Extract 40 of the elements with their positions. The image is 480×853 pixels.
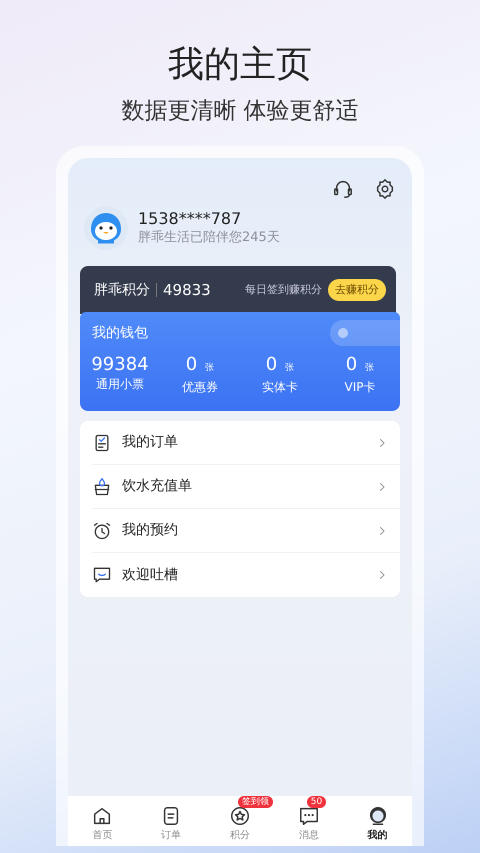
earn-points-button[interactable]: 去赚积分 <box>328 278 386 302</box>
stat-label: 通用小票 <box>95 376 145 392</box>
points-value: 49833 <box>163 280 211 301</box>
menu-item[interactable]: 欢迎吐槽 <box>92 553 400 597</box>
menu-item[interactable]: 我的预约 <box>92 509 400 553</box>
message-icon <box>298 805 320 827</box>
stat-label: 优惠券 <box>181 379 219 395</box>
stat-label: 实体卡 <box>261 379 299 395</box>
menu-item[interactable]: 我的订单 <box>92 421 400 465</box>
tab[interactable]: 首页 <box>68 796 137 846</box>
alarm-clock-icon <box>92 520 112 540</box>
membership-days: 胖乖生活已陪伴您245天 <box>138 229 280 247</box>
settings-icon[interactable] <box>374 178 396 200</box>
tab[interactable]: 订单 <box>136 796 206 846</box>
tab[interactable]: 签到领 积分 <box>206 796 274 846</box>
wallet-title: 我的钱包 <box>92 324 148 342</box>
water-cup-icon <box>92 476 112 496</box>
phone-number: 1538****787 <box>138 209 242 229</box>
points-hint: 每日签到赚积分 <box>245 282 322 298</box>
headset-icon[interactable] <box>332 178 354 200</box>
stat-label: VIP卡 <box>344 379 376 395</box>
stat-value: 0 <box>186 354 198 375</box>
stat-value: 99384 <box>91 354 149 375</box>
star-circle-icon <box>228 805 251 827</box>
menu-item[interactable]: 饮水充值单 <box>92 465 400 509</box>
page-subtitle: 数据更清晰 体验更舒适 <box>120 97 360 126</box>
tab[interactable]: 我的 <box>343 796 412 846</box>
smile-chat-icon <box>92 565 112 585</box>
points-label: 胖乖积分 <box>94 280 150 300</box>
stat-value: 0 <box>346 354 358 375</box>
page-title: 我的主页 <box>167 43 313 87</box>
stat-value: 0 <box>266 354 278 375</box>
wallet-switch[interactable] <box>330 320 400 346</box>
tab-badge: 50 <box>306 796 326 808</box>
tab-badge: 签到领 <box>238 796 273 808</box>
tab[interactable]: 50 消息 <box>274 796 344 846</box>
stat-unit: 张 <box>205 363 214 373</box>
stat-unit: 张 <box>365 363 374 373</box>
avatar <box>84 206 128 250</box>
stat-unit: 张 <box>285 363 294 373</box>
